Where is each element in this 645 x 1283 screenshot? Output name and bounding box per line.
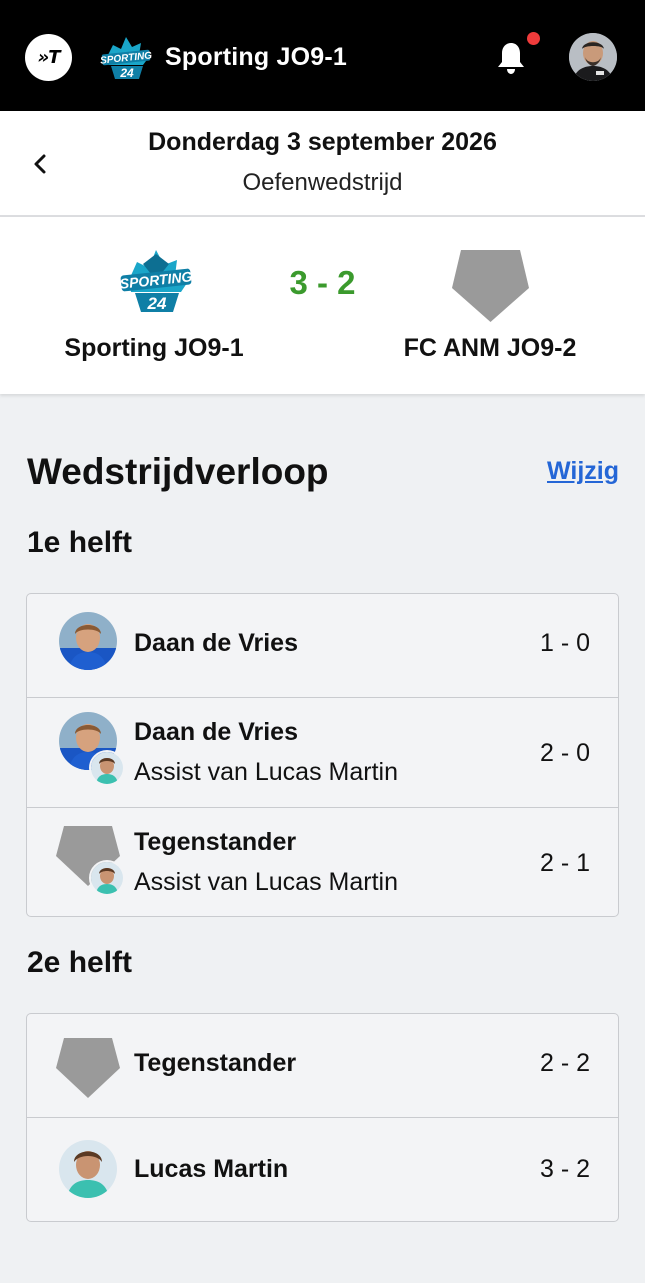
event-score: 3 - 2 — [539, 1155, 590, 1183]
event-player: Tegenstander — [134, 1049, 297, 1077]
player-avatar — [59, 612, 117, 670]
first-half-events: Daan de Vries 1 - 0 Daan de Vries Assist… — [26, 593, 619, 917]
notification-dot — [527, 32, 540, 45]
event-score: 1 - 0 — [539, 629, 590, 657]
event-row[interactable]: Lucas Martin 3 - 2 — [27, 1118, 618, 1221]
bell-icon[interactable] — [495, 40, 527, 76]
first-half-title: 1e helft — [27, 526, 133, 559]
app-logo[interactable]: »T — [25, 34, 72, 81]
score-card: SPORTING 24 Sporting JO9-1 3 - 2 FC ANM … — [0, 217, 645, 394]
user-avatar-image — [569, 33, 617, 81]
event-player: Daan de Vries — [134, 718, 298, 746]
assist-avatar — [89, 860, 125, 896]
event-score: 2 - 2 — [539, 1049, 590, 1077]
second-half-events: Tegenstander 2 - 2 Lucas Martin 3 - 2 — [26, 1013, 619, 1222]
match-header: Donderdag 3 september 2026 Oefenwedstrij… — [0, 111, 645, 217]
pentagon-crest-icon — [56, 1038, 120, 1098]
match-type: Oefenwedstrijd — [242, 169, 403, 196]
svg-text:24: 24 — [119, 66, 134, 80]
event-row[interactable]: Tegenstander 2 - 2 — [27, 1014, 618, 1118]
team-title: Sporting JO9-1 — [165, 43, 347, 71]
event-row[interactable]: Daan de Vries 1 - 0 — [27, 594, 618, 698]
edit-link[interactable]: Wijzig — [547, 457, 619, 486]
player-avatar — [59, 1140, 117, 1198]
match-score: 3 - 2 — [289, 264, 356, 301]
user-avatar[interactable] — [569, 33, 617, 81]
timeline-title: Wedstrijdverloop — [27, 451, 329, 492]
svg-text:24: 24 — [147, 294, 167, 313]
team-crest-icon: SPORTING 24 — [100, 37, 153, 80]
home-team-crest-icon: SPORTING 24 — [119, 250, 193, 313]
event-player: Daan de Vries — [134, 629, 298, 657]
event-assist: Assist van Lucas Martin — [134, 868, 398, 896]
event-player: Tegenstander — [134, 828, 297, 856]
event-row[interactable]: Tegenstander Assist van Lucas Martin 2 -… — [27, 808, 618, 916]
assist-avatar — [89, 750, 125, 786]
pentagon-crest-icon — [452, 250, 529, 322]
event-row[interactable]: Daan de Vries Assist van Lucas Martin 2 … — [27, 698, 618, 808]
second-half-title: 2e helft — [27, 946, 133, 979]
event-score: 2 - 0 — [539, 739, 590, 767]
event-score: 2 - 1 — [539, 849, 590, 877]
away-team-name: FC ANM JO9-2 — [403, 334, 577, 362]
home-team-name: Sporting JO9-1 — [64, 334, 244, 362]
event-assist: Assist van Lucas Martin — [134, 758, 398, 786]
app-logo-text: »T — [37, 47, 61, 68]
event-player: Lucas Martin — [134, 1155, 289, 1183]
top-bar: »T SPORTING 24 Sporting JO9-1 — [0, 0, 645, 111]
match-date: Donderdag 3 september 2026 — [148, 128, 497, 156]
